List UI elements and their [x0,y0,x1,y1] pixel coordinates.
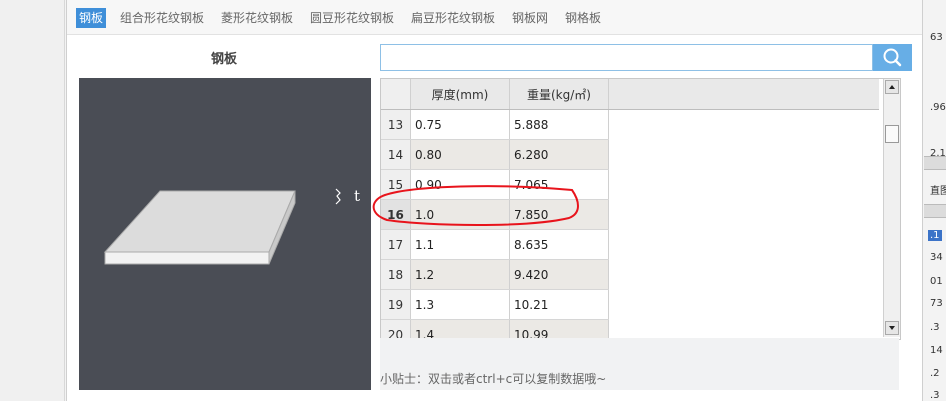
weight-cell[interactable]: 6.280 [509,139,609,170]
row-number[interactable]: 19 [381,289,411,320]
bg-text: 14 [930,345,943,356]
thickness-cell[interactable]: 1.2 [410,259,510,290]
row-filler [608,289,879,320]
bg-text: 2.1 [930,148,946,159]
bg-text: 34 [930,252,943,263]
preview-title: 钢板 [210,52,237,67]
row-filler [608,109,879,140]
arrow-down-icon [889,326,895,330]
row-number[interactable]: 20 [381,319,411,339]
tab-lentil-pattern-plate[interactable]: 扁豆形花纹钢板 [409,8,497,28]
tab-diamond-pattern-plate[interactable]: 菱形花纹钢板 [219,8,295,28]
tab-steel-mesh[interactable]: 钢板网 [510,8,550,28]
data-grid: 厚度(mm) 重量(kg/㎡) 13 0.75 5.888 14 0.80 6.… [380,78,901,340]
tab-combined-pattern-plate[interactable]: 组合形花纹钢板 [118,8,206,28]
table-row-selected[interactable]: 16 1.0 7.850 [381,199,879,230]
weight-cell[interactable]: 7.850 [509,199,609,230]
weight-cell[interactable]: 10.21 [509,289,609,320]
arrow-up-icon [889,85,895,89]
table-row[interactable]: 18 1.2 9.420 [381,259,879,290]
table-row[interactable]: 14 0.80 6.280 [381,139,879,170]
weight-cell[interactable]: 10.99 [509,319,609,339]
vertical-scrollbar[interactable] [883,79,900,337]
tab-steel-plate[interactable]: 钢板 [76,8,107,28]
bg-text: 73 [930,298,943,309]
search-button[interactable] [873,44,912,71]
bg-text: .3 [930,322,940,333]
steel-weight-dialog: 钢板 组合形花纹钢板 菱形花纹钢板 圆豆形花纹钢板 扁豆形花纹钢板 钢板网 钢格… [66,0,923,401]
tab-steel-grating[interactable]: 钢格板 [563,8,603,28]
row-number[interactable]: 18 [381,259,411,290]
row-number[interactable]: 16 [381,199,411,230]
tip-area: 小贴士：双击或者ctrl+c可以复制数据哦~ [380,338,899,390]
thickness-cell[interactable]: 1.4 [410,319,510,339]
bg-text: .2 [930,368,940,379]
row-filler [608,139,879,170]
scroll-up-button[interactable] [885,80,899,94]
plate-preview: t [79,78,371,390]
table-row[interactable]: 13 0.75 5.888 [381,109,879,140]
row-number[interactable]: 17 [381,229,411,260]
bg-text: 01 [930,276,943,287]
row-number[interactable]: 13 [381,109,411,140]
row-filler [608,259,879,290]
table-row[interactable]: 19 1.3 10.21 [381,289,879,320]
row-number[interactable]: 15 [381,169,411,200]
search-icon [883,48,902,67]
thickness-cell[interactable]: 1.1 [410,229,510,260]
data-table: 厚度(mm) 重量(kg/㎡) 13 0.75 5.888 14 0.80 6.… [381,79,879,339]
thickness-cell[interactable]: 0.75 [410,109,510,140]
steel-plate-illustration [103,188,341,265]
table-row[interactable]: 20 1.4 10.99 [381,319,879,339]
background-window-right: 63 .96 2.1 直图 .1 34 01 73 .3 14 .2 .3 [922,0,946,401]
bg-text: .3 [930,390,940,401]
table-header-row: 厚度(mm) 重量(kg/㎡) [381,79,879,110]
table-row[interactable]: 15 0.90 7.065 [381,169,879,200]
search-input[interactable] [380,44,873,71]
row-number[interactable]: 14 [381,139,411,170]
bg-text: 直图 [930,186,946,197]
weight-cell[interactable]: 5.888 [509,109,609,140]
column-header-weight[interactable]: 重量(kg/㎡) [509,79,609,110]
thickness-cell[interactable]: 1.3 [410,289,510,320]
search-bar [380,44,912,71]
header-filler [608,79,879,110]
scrollbar-thumb[interactable] [885,125,899,143]
tab-bar: 钢板 组合形花纹钢板 菱形花纹钢板 圆豆形花纹钢板 扁豆形花纹钢板 钢板网 钢格… [67,0,922,35]
bg-text: .1 [928,230,942,241]
table-row[interactable]: 17 1.1 8.635 [381,229,879,260]
row-filler [608,199,879,230]
weight-cell[interactable]: 8.635 [509,229,609,260]
weight-cell[interactable]: 9.420 [509,259,609,290]
thickness-dimension-label: t [354,187,361,205]
thickness-cell[interactable]: 0.90 [410,169,510,200]
row-header-corner [381,79,411,110]
scroll-down-button[interactable] [885,321,899,335]
background-window-left [0,0,65,401]
row-filler [608,169,879,200]
weight-cell[interactable]: 7.065 [509,169,609,200]
bg-text: 63 [930,32,943,43]
tab-round-bean-pattern-plate[interactable]: 圆豆形花纹钢板 [308,8,396,28]
bg-bar [924,204,946,218]
thickness-cell[interactable]: 1.0 [410,199,510,230]
row-filler [608,229,879,260]
tip-text: 小贴士：双击或者ctrl+c可以复制数据哦~ [380,372,607,386]
bg-text: .96 [930,102,946,113]
thickness-cell[interactable]: 0.80 [410,139,510,170]
row-filler [608,319,879,339]
column-header-thickness[interactable]: 厚度(mm) [410,79,510,110]
